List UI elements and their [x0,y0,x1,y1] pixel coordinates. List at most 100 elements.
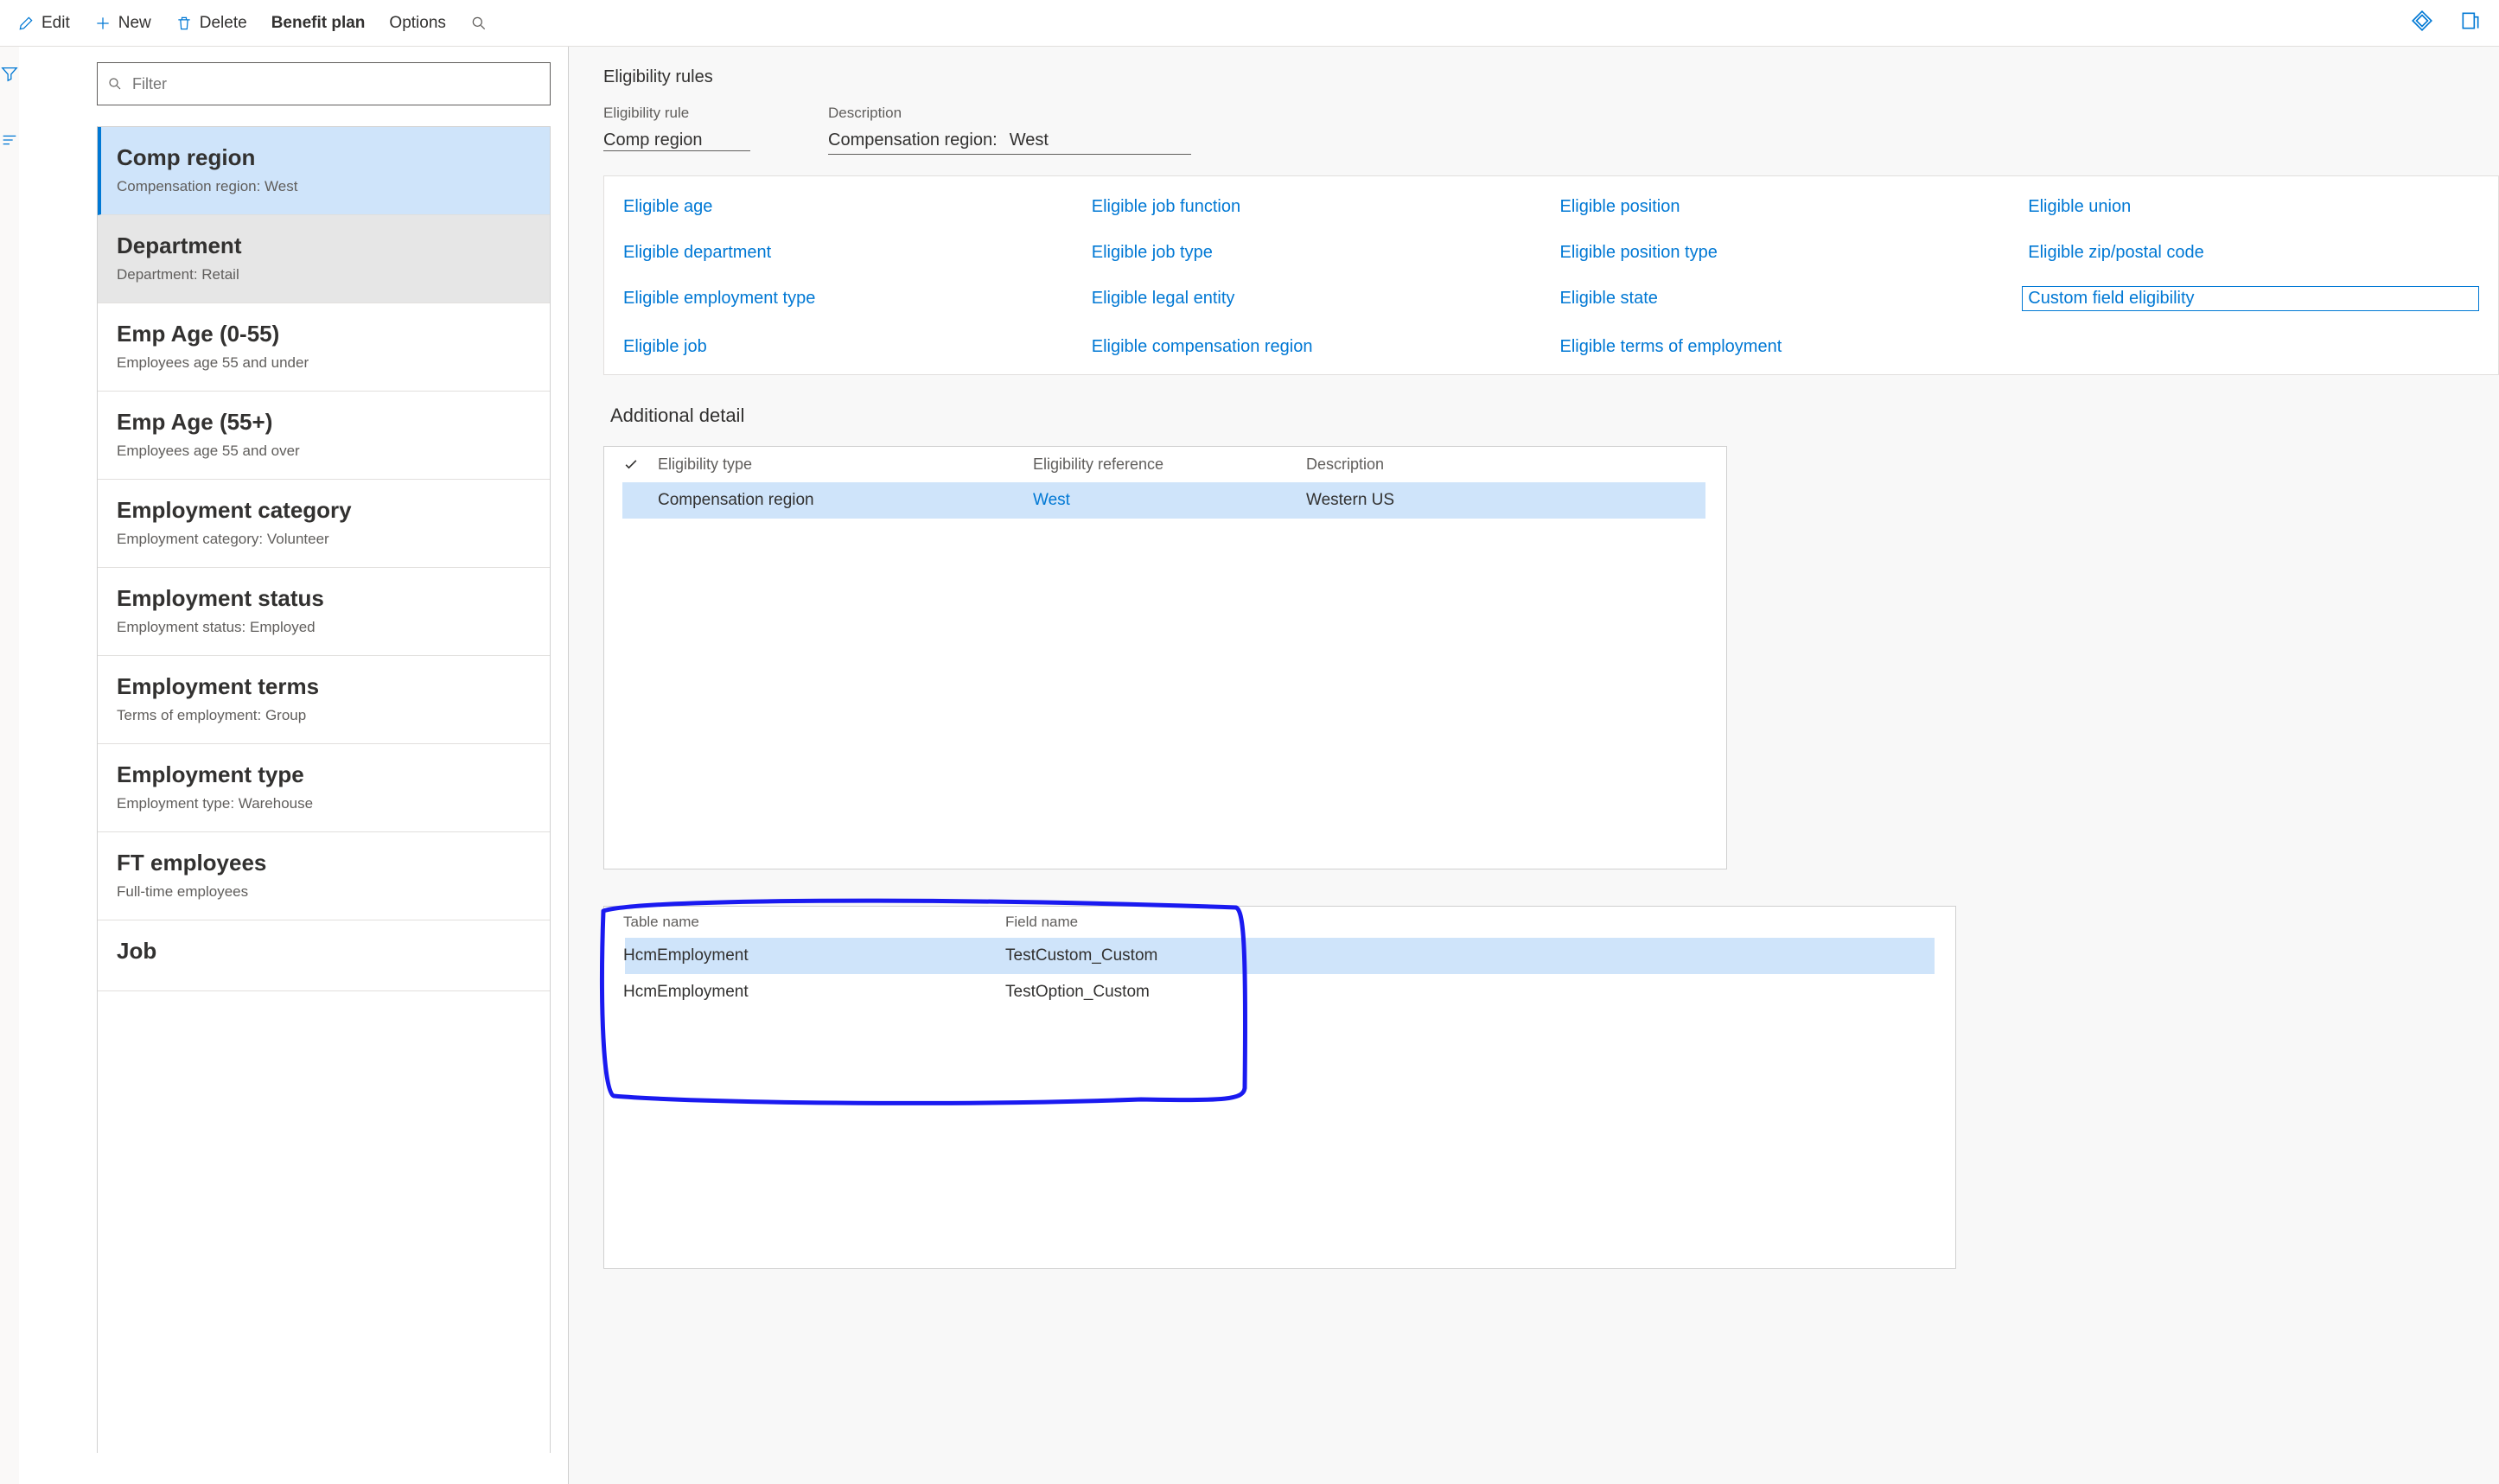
list-item[interactable]: Employment terms Terms of employment: Gr… [98,656,550,744]
list-item-sub: Compensation region: West [117,178,531,195]
list-item-title: Employment category [117,497,531,524]
list-item-sub: Full-time employees [117,883,531,901]
list-item[interactable]: Employment status Employment status: Emp… [98,568,550,656]
cell-table: HcmEmployment [623,983,1005,1002]
plus-icon [94,15,112,32]
list-item-title: Employment status [117,585,531,612]
cell-type: Compensation region [658,491,1033,510]
list-item[interactable]: Employment type Employment type: Warehou… [98,744,550,832]
custom-field-grid[interactable]: Table name Field name HcmEmployment Test… [603,906,1956,1269]
cell-desc: Western US [1306,491,1705,510]
pencil-icon [17,15,35,32]
tab-eligible-union[interactable]: Eligible union [2028,197,2479,217]
edit-label: Edit [41,14,70,33]
tab-eligible-job-function[interactable]: Eligible job function [1092,197,1543,217]
list-item[interactable]: Comp region Compensation region: West [98,127,550,215]
funnel-button[interactable] [0,64,19,86]
detail-grid[interactable]: Eligibility type Eligibility reference D… [603,446,1727,869]
list-item[interactable]: Department Department: Retail [98,215,550,303]
lines-icon [0,131,19,150]
tab-eligible-zip[interactable]: Eligible zip/postal code [2028,243,2479,263]
list-item-title: FT employees [117,850,531,876]
cell-ref[interactable]: West [1033,491,1306,510]
list-item[interactable]: Emp Age (55+) Employees age 55 and over [98,392,550,480]
search-button[interactable] [470,15,488,32]
options-label: Options [389,14,445,33]
tab-custom-field-eligibility[interactable]: Custom field eligibility [2022,286,2479,311]
search-icon [107,76,123,92]
col-eligibility-ref[interactable]: Eligibility reference [1033,455,1306,474]
tab-eligible-job-type[interactable]: Eligible job type [1092,243,1543,263]
header-fields: Eligibility rule Comp region Description… [603,105,2499,155]
section-title: Eligibility rules [603,67,2499,87]
rule-value[interactable]: Comp region [603,131,703,153]
tab-eligible-comp-region[interactable]: Eligible compensation region [1092,337,1543,357]
tab-eligible-state[interactable]: Eligible state [1560,289,2011,311]
list-item-title: Employment type [117,761,531,788]
edit-button[interactable]: Edit [17,14,70,33]
tab-eligible-employment-type[interactable]: Eligible employment type [623,289,1074,311]
cell-field: TestOption_Custom [1005,983,1936,1002]
table-row[interactable]: Compensation region West Western US [622,482,1705,519]
new-button[interactable]: New [94,14,151,33]
list-item-title: Employment terms [117,673,531,700]
tab-eligible-department[interactable]: Eligible department [623,243,1074,263]
tab-eligible-position[interactable]: Eligible position [1560,197,2011,217]
list-item-sub: Department: Retail [117,266,531,283]
list-item-title: Department [117,232,531,259]
col-description[interactable]: Description [1306,455,1726,474]
cell-table: HcmEmployment [623,946,1005,965]
command-bar: Edit New Delete Benefit plan Options [0,0,2499,47]
trash-icon [175,15,193,32]
left-rail [0,47,19,1484]
lines-button[interactable] [0,131,19,152]
diamond-icon [2411,10,2433,32]
content-pane: Eligibility rules Eligibility rule Comp … [569,47,2499,1484]
list-item-sub: Employees age 55 and under [117,354,531,372]
list-item[interactable]: FT employees Full-time employees [98,832,550,920]
list-item-sub: Employees age 55 and over [117,443,531,460]
filter-wrap [97,62,551,105]
new-label: New [118,14,151,33]
rule-list[interactable]: Comp region Compensation region: West De… [97,126,551,1453]
list-item[interactable]: Emp Age (0-55) Employees age 55 and unde… [98,303,550,392]
list-item-sub: Terms of employment: Group [117,707,531,724]
tab-eligible-age[interactable]: Eligible age [623,197,1074,217]
list-item-sub: Employment type: Warehouse [117,795,531,812]
cell-field: TestCustom_Custom [1005,946,1935,965]
table-row[interactable]: HcmEmployment TestCustom_Custom [625,938,1935,974]
list-item[interactable]: Job [98,920,550,991]
diamond-button[interactable] [2411,10,2433,37]
delete-label: Delete [200,14,247,33]
check-icon [622,455,640,473]
benefit-plan-label: Benefit plan [271,14,366,33]
tab-eligible-job[interactable]: Eligible job [623,337,1074,357]
desc-key[interactable]: Compensation region: [828,131,998,154]
list-item[interactable]: Employment category Employment category:… [98,480,550,568]
options-button[interactable]: Options [389,14,445,33]
filter-input[interactable] [97,62,551,105]
tab-eligible-legal-entity[interactable]: Eligible legal entity [1092,289,1543,311]
tab-eligible-terms[interactable]: Eligible terms of employment [1560,337,2011,357]
desc-val[interactable]: West [1010,131,1049,154]
popout-icon [2459,10,2482,32]
list-item-sub: Employment category: Volunteer [117,531,531,548]
popout-button[interactable] [2459,10,2482,37]
desc-label: Description [828,105,1191,122]
search-icon [470,15,488,32]
col-eligibility-type[interactable]: Eligibility type [658,455,1033,474]
rule-label: Eligibility rule [603,105,750,122]
select-all-check[interactable] [604,455,658,474]
list-pane: Comp region Compensation region: West De… [19,47,569,1484]
col-table-name[interactable]: Table name [623,914,1005,931]
tab-eligible-position-type[interactable]: Eligible position type [1560,243,2011,263]
col-field-name[interactable]: Field name [1005,914,1936,931]
list-item-sub: Employment status: Employed [117,619,531,636]
table-row[interactable]: HcmEmployment TestOption_Custom [604,974,1955,1010]
additional-detail-title: Additional detail [610,404,2499,427]
benefit-plan-button[interactable]: Benefit plan [271,14,366,33]
delete-button[interactable]: Delete [175,14,247,33]
list-item-title: Comp region [117,144,531,171]
list-item-title: Emp Age (55+) [117,409,531,436]
list-item-title: Emp Age (0-55) [117,321,531,347]
